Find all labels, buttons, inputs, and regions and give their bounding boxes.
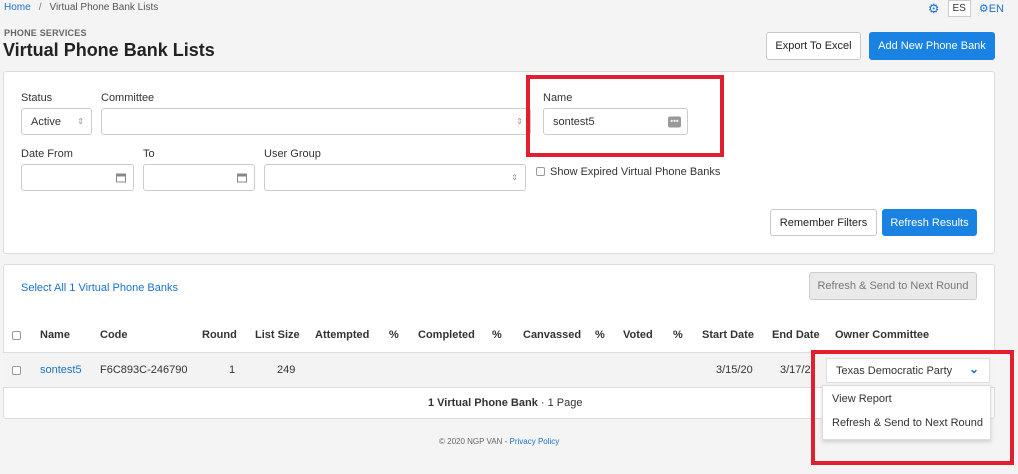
select-all-checkbox[interactable] (12, 331, 21, 340)
show-expired-checkbox[interactable] (536, 167, 545, 176)
gear-icon[interactable]: ⚙ (928, 1, 940, 17)
sort-caret-icon: ⇕ (511, 172, 518, 182)
breadcrumb: Home / Virtual Phone Bank Lists (4, 2, 158, 13)
privacy-policy-link[interactable]: Privacy Policy (510, 437, 560, 446)
column-header-attempted-pct[interactable]: % (389, 329, 399, 341)
row-round: 1 (229, 364, 236, 376)
page-title: Virtual Phone Bank Lists (3, 40, 215, 60)
language-en-label: EN (988, 3, 1004, 15)
sort-caret-icon: ⇕ (77, 116, 84, 126)
column-header-completed[interactable]: Completed (418, 329, 475, 341)
breadcrumb-home-link[interactable]: Home (4, 2, 31, 13)
add-phone-bank-button[interactable]: Add New Phone Bank (869, 32, 995, 60)
status-label: Status (21, 92, 53, 104)
column-header-canvassed[interactable]: Canvassed (523, 329, 581, 341)
export-excel-button[interactable]: Export To Excel (766, 32, 861, 60)
column-header-name[interactable]: Name (40, 329, 70, 341)
language-es-button[interactable]: ES (947, 0, 971, 17)
row-actions-highlight-box (811, 350, 1014, 465)
date-to-label: To (143, 148, 155, 160)
row-code: F6C893C-246790 (100, 364, 188, 376)
pagination-summary: 1 Virtual Phone Bank · 1 Page (428, 397, 582, 409)
footer-separator: - (502, 437, 510, 446)
row-start-date: 3/15/20 (716, 364, 753, 376)
date-from-label: Date From (21, 148, 73, 160)
row-end-date: 3/17/2 (780, 364, 811, 376)
refresh-results-button[interactable]: Refresh Results (882, 209, 977, 236)
pagination-separator: · (537, 397, 548, 409)
show-expired-label: Show Expired Virtual Phone Banks (550, 166, 721, 178)
committee-select[interactable]: ⇕ (101, 108, 531, 135)
sort-caret-icon: ⇕ (516, 116, 523, 126)
date-from-input[interactable] (21, 164, 134, 191)
refresh-send-next-round-button[interactable]: Refresh & Send to Next Round (809, 272, 977, 300)
calendar-icon[interactable] (116, 173, 126, 182)
calendar-icon[interactable] (237, 173, 247, 182)
section-eyebrow: PHONE SERVICES (4, 28, 87, 38)
pagination-count: 1 Virtual Phone Bank (428, 397, 538, 409)
committee-label: Committee (101, 92, 155, 104)
breadcrumb-separator: / (38, 2, 42, 13)
column-header-voted[interactable]: Voted (623, 329, 653, 341)
breadcrumb-current: Virtual Phone Bank Lists (49, 2, 159, 13)
column-header-code[interactable]: Code (100, 329, 128, 341)
column-header-round[interactable]: Round (202, 329, 237, 341)
column-header-end-date[interactable]: End Date (772, 329, 820, 341)
column-header-owner-committee[interactable]: Owner Committee (835, 329, 929, 341)
user-group-select[interactable]: ⇕ (264, 164, 526, 191)
footer-copyright: © 2020 NGP VAN (439, 437, 503, 446)
user-group-label: User Group (264, 148, 321, 160)
column-header-list-size[interactable]: List Size (255, 329, 300, 341)
select-all-link[interactable]: Select All 1 Virtual Phone Banks (21, 282, 178, 294)
column-header-completed-pct[interactable]: % (492, 329, 502, 341)
pagination-pages: 1 Page (547, 397, 583, 409)
column-header-attempted[interactable]: Attempted (315, 329, 369, 341)
column-header-voted-pct[interactable]: % (673, 329, 683, 341)
row-checkbox[interactable] (12, 366, 21, 375)
top-right-controls: ⚙ ES ⚙EN (928, 0, 1004, 17)
row-list-size: 249 (277, 364, 296, 376)
remember-filters-button[interactable]: Remember Filters (770, 209, 877, 236)
row-name-link[interactable]: sontest5 (40, 364, 82, 376)
globe-icon: ⚙ (978, 3, 989, 15)
status-select[interactable]: Active ⇕ (21, 108, 92, 135)
column-header-canvassed-pct[interactable]: % (595, 329, 605, 341)
column-header-start-date[interactable]: Start Date (702, 329, 754, 341)
status-select-value: Active (31, 115, 61, 128)
footer: © 2020 NGP VAN - Privacy Policy (439, 437, 559, 446)
language-en-button[interactable]: ⚙EN (979, 2, 1004, 15)
date-to-input[interactable] (143, 164, 255, 191)
name-highlight-box (526, 75, 724, 157)
